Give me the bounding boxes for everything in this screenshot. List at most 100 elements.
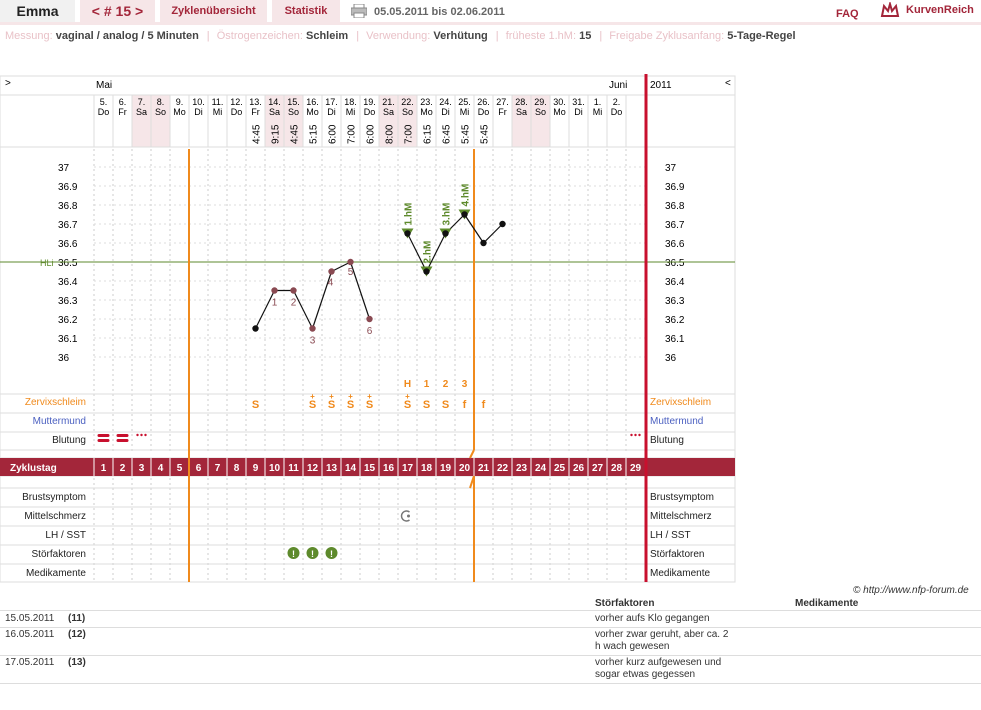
day-number: 26. bbox=[477, 97, 490, 107]
cycle-day-number: 22 bbox=[497, 463, 509, 474]
day-number: 9. bbox=[176, 97, 184, 107]
note-text: vorher zwar geruht, aber ca. 2 bbox=[595, 629, 729, 640]
hm-label: 1.hM bbox=[404, 203, 415, 226]
weekday: Mo bbox=[306, 107, 319, 117]
weekday: Di bbox=[327, 107, 336, 117]
measure-time: 9:15 bbox=[271, 124, 282, 144]
weekday: Fr bbox=[498, 107, 507, 117]
y-tick-label: 36.4 bbox=[58, 277, 78, 288]
y-tick-label: 36.9 bbox=[58, 182, 78, 193]
note-text: vorher kurz aufgewesen und bbox=[595, 657, 722, 668]
row-label-right-zervix: Zervixschleim bbox=[650, 397, 711, 408]
day-number: 16. bbox=[306, 97, 319, 107]
exclamation-glyph: ! bbox=[292, 549, 295, 559]
cycle-day-number: 8 bbox=[234, 463, 240, 474]
cycle-day-number: 10 bbox=[269, 463, 281, 474]
cycle-day-number: 4 bbox=[158, 463, 164, 474]
brand-logo: KurvenReich bbox=[906, 4, 974, 16]
cycle-chart: > <Mai Juni 20115.Do6.Fr7.Sa8.So9.Mo10.Di11… bbox=[0, 74, 736, 583]
note-text-cont: h wach gewesen bbox=[595, 641, 670, 652]
row-label-medikamente: Medikamente bbox=[26, 568, 86, 579]
weekday: Fr bbox=[118, 107, 127, 117]
hm-value: 15 bbox=[579, 30, 592, 42]
cycle-day-number: 14 bbox=[345, 463, 357, 474]
weekday: Do bbox=[611, 107, 623, 117]
tab-statistik[interactable]: Statistik bbox=[272, 0, 340, 22]
cycle-day-number: 5 bbox=[177, 463, 183, 474]
y-tick-label: 36.3 bbox=[58, 296, 78, 307]
weekday: Mi bbox=[346, 107, 356, 117]
temp-point bbox=[347, 258, 354, 266]
temp-line bbox=[254, 290, 276, 329]
hm-label: 4.hM bbox=[461, 184, 472, 207]
weekday: Sa bbox=[269, 107, 280, 117]
row-label-right-lh: LH / SST bbox=[650, 530, 691, 541]
temp-point-label: 1 bbox=[272, 298, 278, 309]
measure-time: 5:45 bbox=[461, 124, 472, 144]
mucus-mark: S bbox=[423, 399, 430, 411]
tab-zyklenuebersicht[interactable]: Zyklenübersicht bbox=[160, 0, 267, 22]
y-tick-label-right: 36.8 bbox=[665, 201, 685, 212]
freigabe-value: 5-Tage-Regel bbox=[727, 30, 796, 42]
spotting-dot bbox=[630, 433, 633, 437]
oestrogen-label: Östrogenzeichen: bbox=[216, 30, 303, 42]
weekday: Mo bbox=[420, 107, 433, 117]
temp-point bbox=[366, 315, 373, 323]
month-label: Mai bbox=[96, 80, 112, 91]
weekday: Do bbox=[478, 107, 490, 117]
spotting-dot bbox=[634, 433, 637, 437]
weekday: Sa bbox=[383, 107, 394, 117]
y-tick-label: 37 bbox=[58, 163, 70, 174]
note-day: (13) bbox=[68, 657, 86, 668]
cycle-day-number: 26 bbox=[573, 463, 585, 474]
nav-next[interactable]: < bbox=[725, 78, 731, 89]
measure-time: 7:00 bbox=[404, 124, 415, 144]
freigabe-label: Freigabe Zyklusanfang: bbox=[609, 30, 725, 42]
cycle-day-number: 13 bbox=[326, 463, 338, 474]
note-date: 15.05.2011 bbox=[5, 613, 55, 624]
measure-time: 6:45 bbox=[442, 124, 453, 144]
cycle-nav[interactable]: < # 15 > bbox=[80, 0, 155, 22]
notes-divider bbox=[0, 610, 981, 611]
peak-label: 3 bbox=[462, 379, 468, 390]
cycle-day-number: 6 bbox=[196, 463, 202, 474]
faq-link[interactable]: FAQ bbox=[836, 8, 859, 20]
cycle-day-number: 19 bbox=[440, 463, 452, 474]
row-label-right-muttermund: Muttermund bbox=[650, 416, 703, 427]
peak-label: 2 bbox=[443, 379, 449, 390]
y-tick-label: 36.5 bbox=[58, 258, 78, 269]
day-number: 7. bbox=[138, 97, 146, 107]
day-number: 28. bbox=[515, 97, 528, 107]
mucus-mark: f bbox=[482, 399, 486, 411]
hm-label: 3.hM bbox=[442, 203, 453, 226]
header-divider bbox=[0, 22, 981, 25]
y-tick-label: 36.7 bbox=[58, 220, 78, 231]
day-number: 10. bbox=[192, 97, 205, 107]
spotting-dot bbox=[136, 433, 139, 437]
temp-point bbox=[309, 325, 316, 332]
copyright: © http://www.nfp-forum.de bbox=[853, 585, 969, 596]
cycle-day-number: 27 bbox=[592, 463, 604, 474]
day-number: 2. bbox=[613, 97, 621, 107]
day-number: 22. bbox=[401, 97, 414, 107]
weekday: So bbox=[535, 107, 546, 117]
bleeding-mark bbox=[116, 439, 129, 442]
y-tick-label-right: 36.7 bbox=[665, 220, 685, 231]
cycle-day-number: 17 bbox=[402, 463, 414, 474]
weekday: So bbox=[155, 107, 166, 117]
weekday: Di bbox=[441, 107, 450, 117]
year-label: 2011 bbox=[650, 80, 672, 91]
peak-label: 1 bbox=[424, 379, 430, 390]
temp-point bbox=[423, 268, 430, 275]
weekday: Mi bbox=[593, 107, 603, 117]
messung-value: vaginal / analog / 5 Minuten bbox=[55, 30, 199, 42]
cycle-day-number: 12 bbox=[307, 463, 319, 474]
temp-point bbox=[252, 325, 259, 332]
printer-icon[interactable] bbox=[350, 3, 368, 19]
y-tick-label-right: 36.2 bbox=[665, 315, 685, 326]
verwendung-label: Verwendung: bbox=[366, 30, 431, 42]
oestrogen-value: Schleim bbox=[306, 30, 349, 42]
hm-label: früheste 1.hM: bbox=[505, 30, 577, 42]
weekday: Di bbox=[574, 107, 583, 117]
y-tick-label-right: 36.4 bbox=[665, 277, 685, 288]
